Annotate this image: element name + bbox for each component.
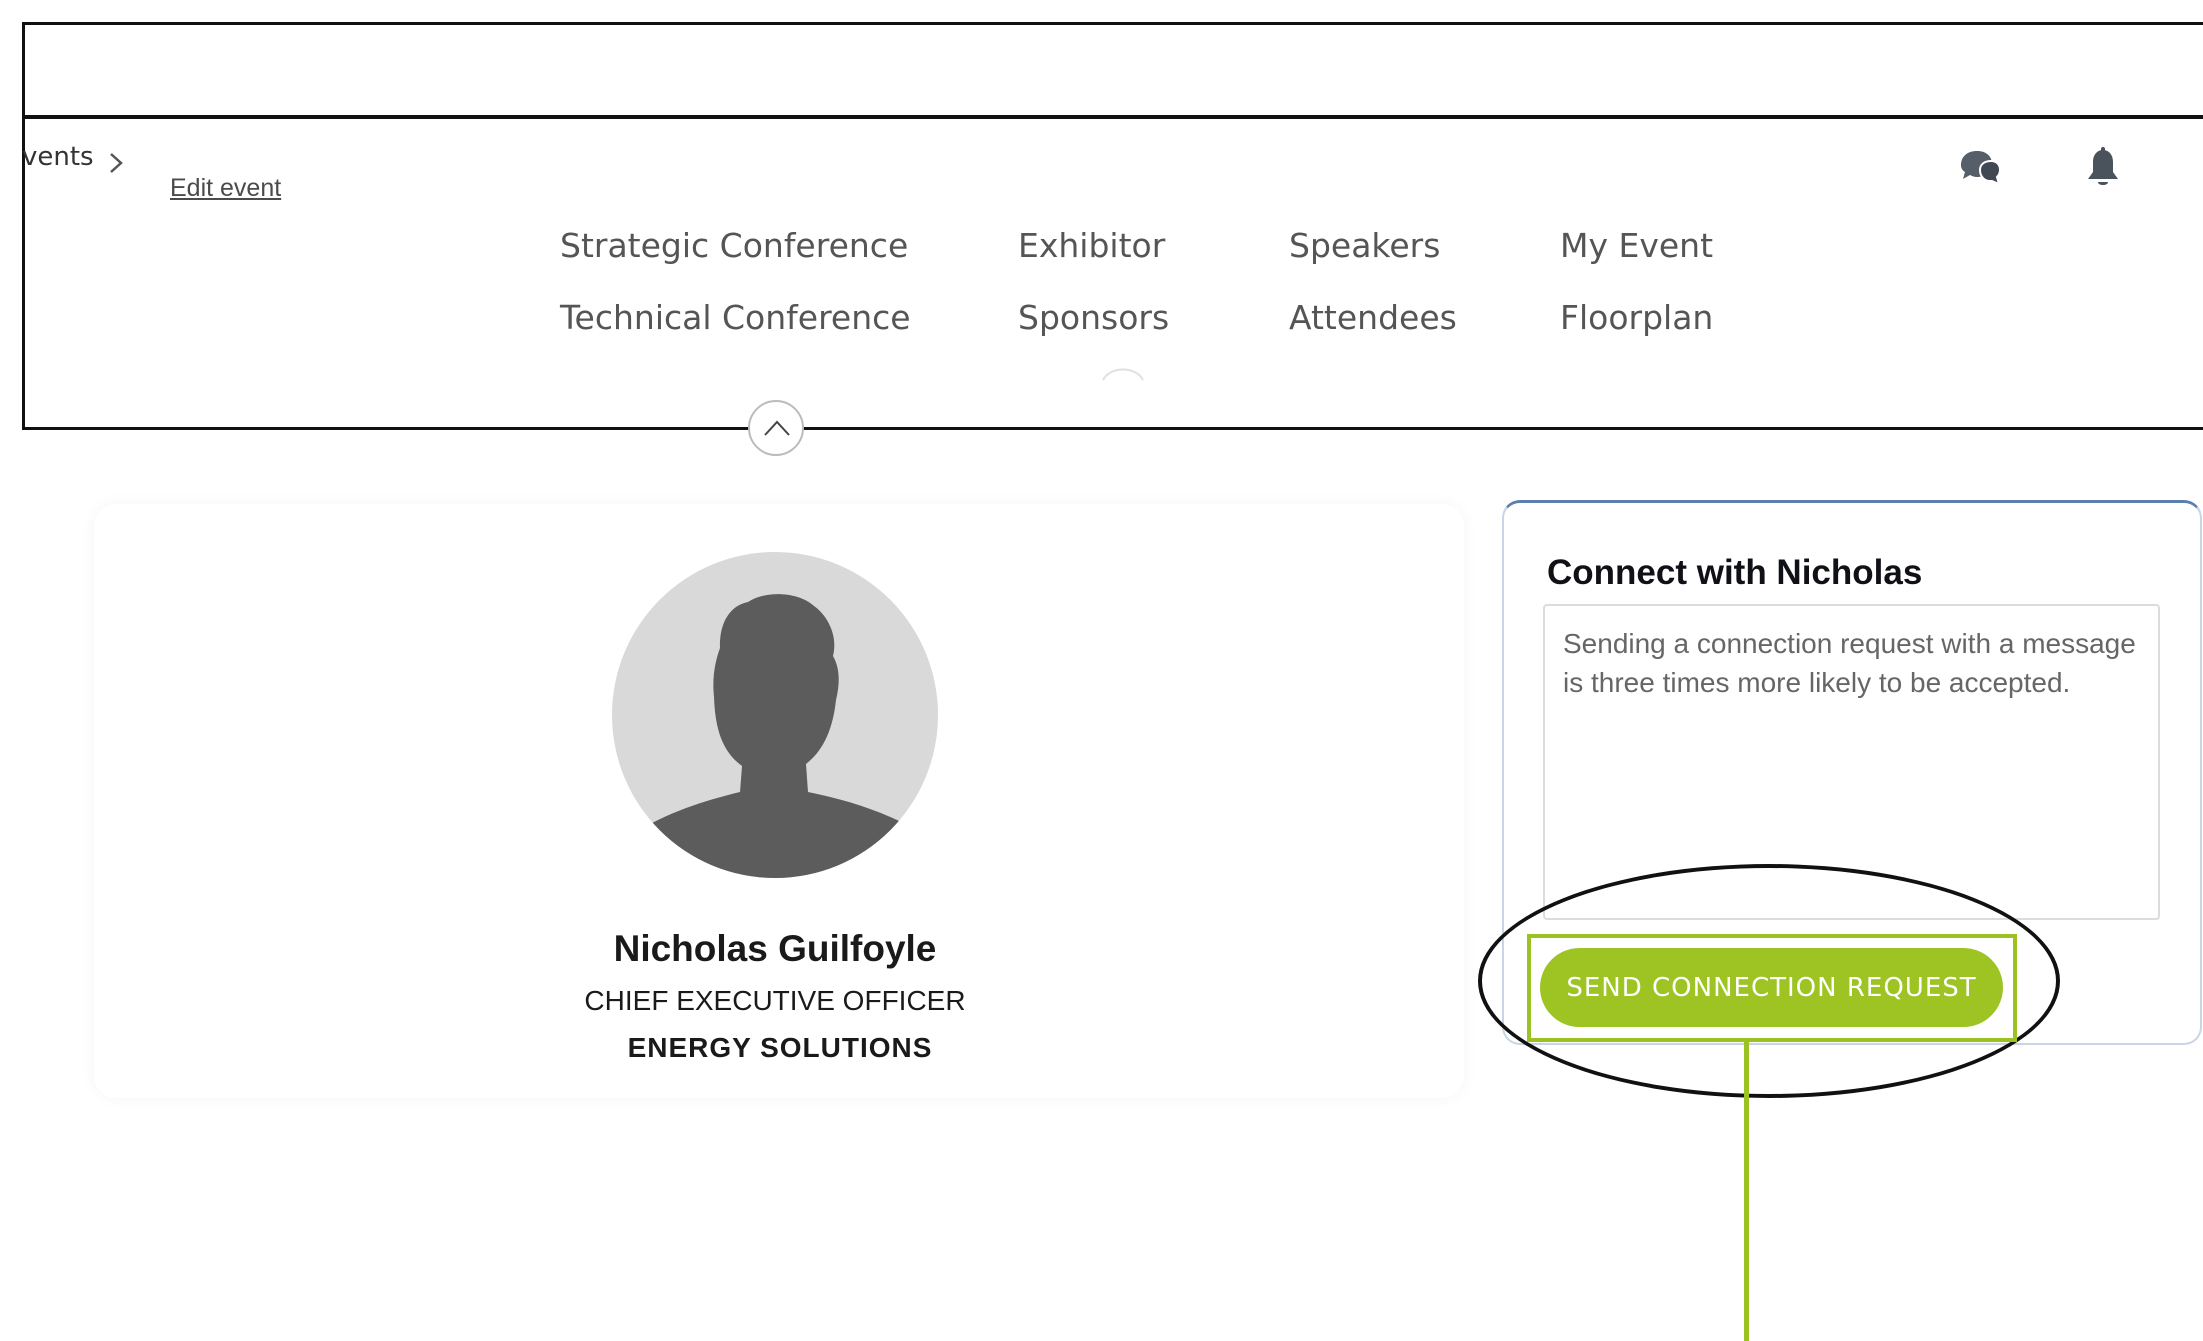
nav-strategic-conference[interactable]: Strategic Conference [560, 226, 908, 265]
collapse-nav-button[interactable] [748, 400, 804, 456]
chevron-up-icon [764, 420, 790, 436]
avatar [612, 552, 938, 878]
header-divider [22, 115, 2203, 119]
default-person-avatar [612, 594, 938, 878]
nav-technical-conference[interactable]: Technical Conference [560, 298, 911, 337]
nav-speakers[interactable]: Speakers [1289, 226, 1440, 265]
connect-heading: Connect with Nicholas [1547, 553, 1923, 592]
edit-event-link[interactable]: Edit event [170, 174, 281, 203]
person-company: ENERGY SOLUTIONS [627, 1032, 933, 1063]
person-job-title: CHIEF EXECUTIVE OFFICER [584, 985, 966, 1016]
nav-scroll-indicator [1100, 362, 1146, 382]
chat-bubbles-icon[interactable] [1958, 148, 2002, 188]
nav-my-event[interactable]: My Event [1560, 226, 1713, 265]
send-connection-request-button[interactable]: SEND CONNECTION REQUEST [1540, 948, 2003, 1027]
bell-icon[interactable] [2083, 146, 2123, 190]
nav-sponsors[interactable]: Sponsors [1018, 298, 1169, 337]
nav-floorplan[interactable]: Floorplan [1560, 298, 1713, 337]
callout-line-annotation [1744, 1042, 1749, 1341]
nav-attendees[interactable]: Attendees [1289, 298, 1457, 337]
nav-exhibitor[interactable]: Exhibitor [1018, 226, 1165, 265]
person-name: Nicholas Guilfoyle [613, 928, 937, 969]
breadcrumb-events-link[interactable]: vents [22, 142, 94, 172]
chevron-right-icon [106, 150, 126, 176]
